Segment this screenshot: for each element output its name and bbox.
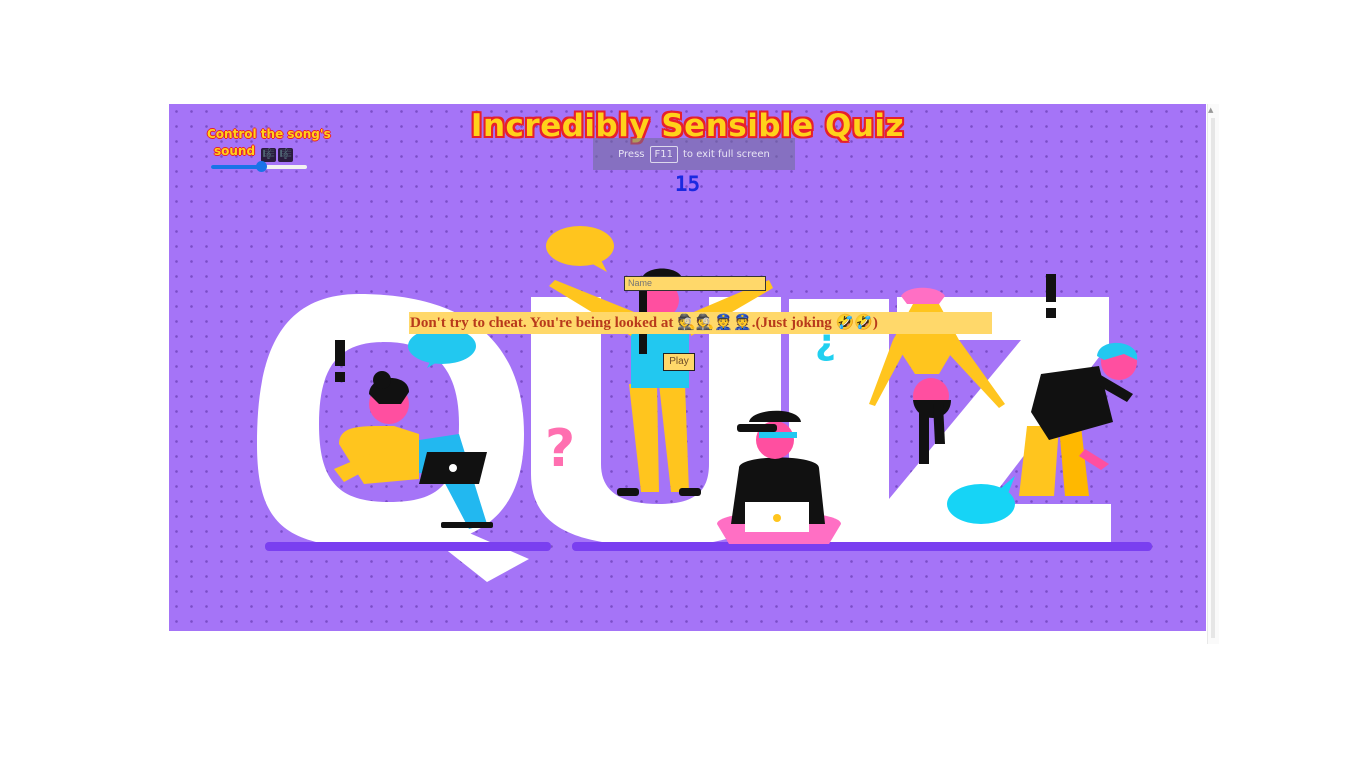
f11-key: F11	[649, 145, 678, 163]
sound-control-label: Control the song's sound 🎼 🎼	[207, 126, 357, 162]
fullscreen-exit-text: to exit full screen	[682, 148, 770, 160]
ground-lines	[265, 542, 1152, 551]
fullscreen-notice: Press F11 to exit full screen	[593, 138, 795, 170]
speech-bubble-yellow	[546, 226, 614, 266]
music-note-icon: 🎼	[261, 148, 277, 162]
music-note-icon: 🎼	[278, 148, 294, 162]
quiz-stage: ? ¿ Incredibly Sensible Quiz Control the…	[169, 104, 1206, 631]
scrollbar-track[interactable]	[1211, 118, 1215, 638]
volume-slider-thumb[interactable]	[255, 161, 267, 172]
anti-cheat-warning: Don't try to cheat. You're being looked …	[409, 312, 992, 334]
volume-slider[interactable]	[211, 161, 307, 172]
sound-label-line1: Control the song's	[207, 127, 331, 141]
play-button[interactable]: Play	[663, 353, 695, 371]
exclamation-icon-right	[1046, 274, 1056, 318]
question-mark-icon: ?	[545, 419, 575, 479]
name-input[interactable]	[624, 276, 766, 291]
sound-label-line2: sound	[214, 144, 256, 158]
fullscreen-press-text: Press	[618, 148, 645, 160]
exclamation-icon-left	[335, 340, 345, 382]
volume-slider-fill	[211, 165, 261, 169]
scroll-up-arrow-icon[interactable]: ▲	[1208, 106, 1213, 114]
countdown-timer: 15	[674, 172, 701, 196]
